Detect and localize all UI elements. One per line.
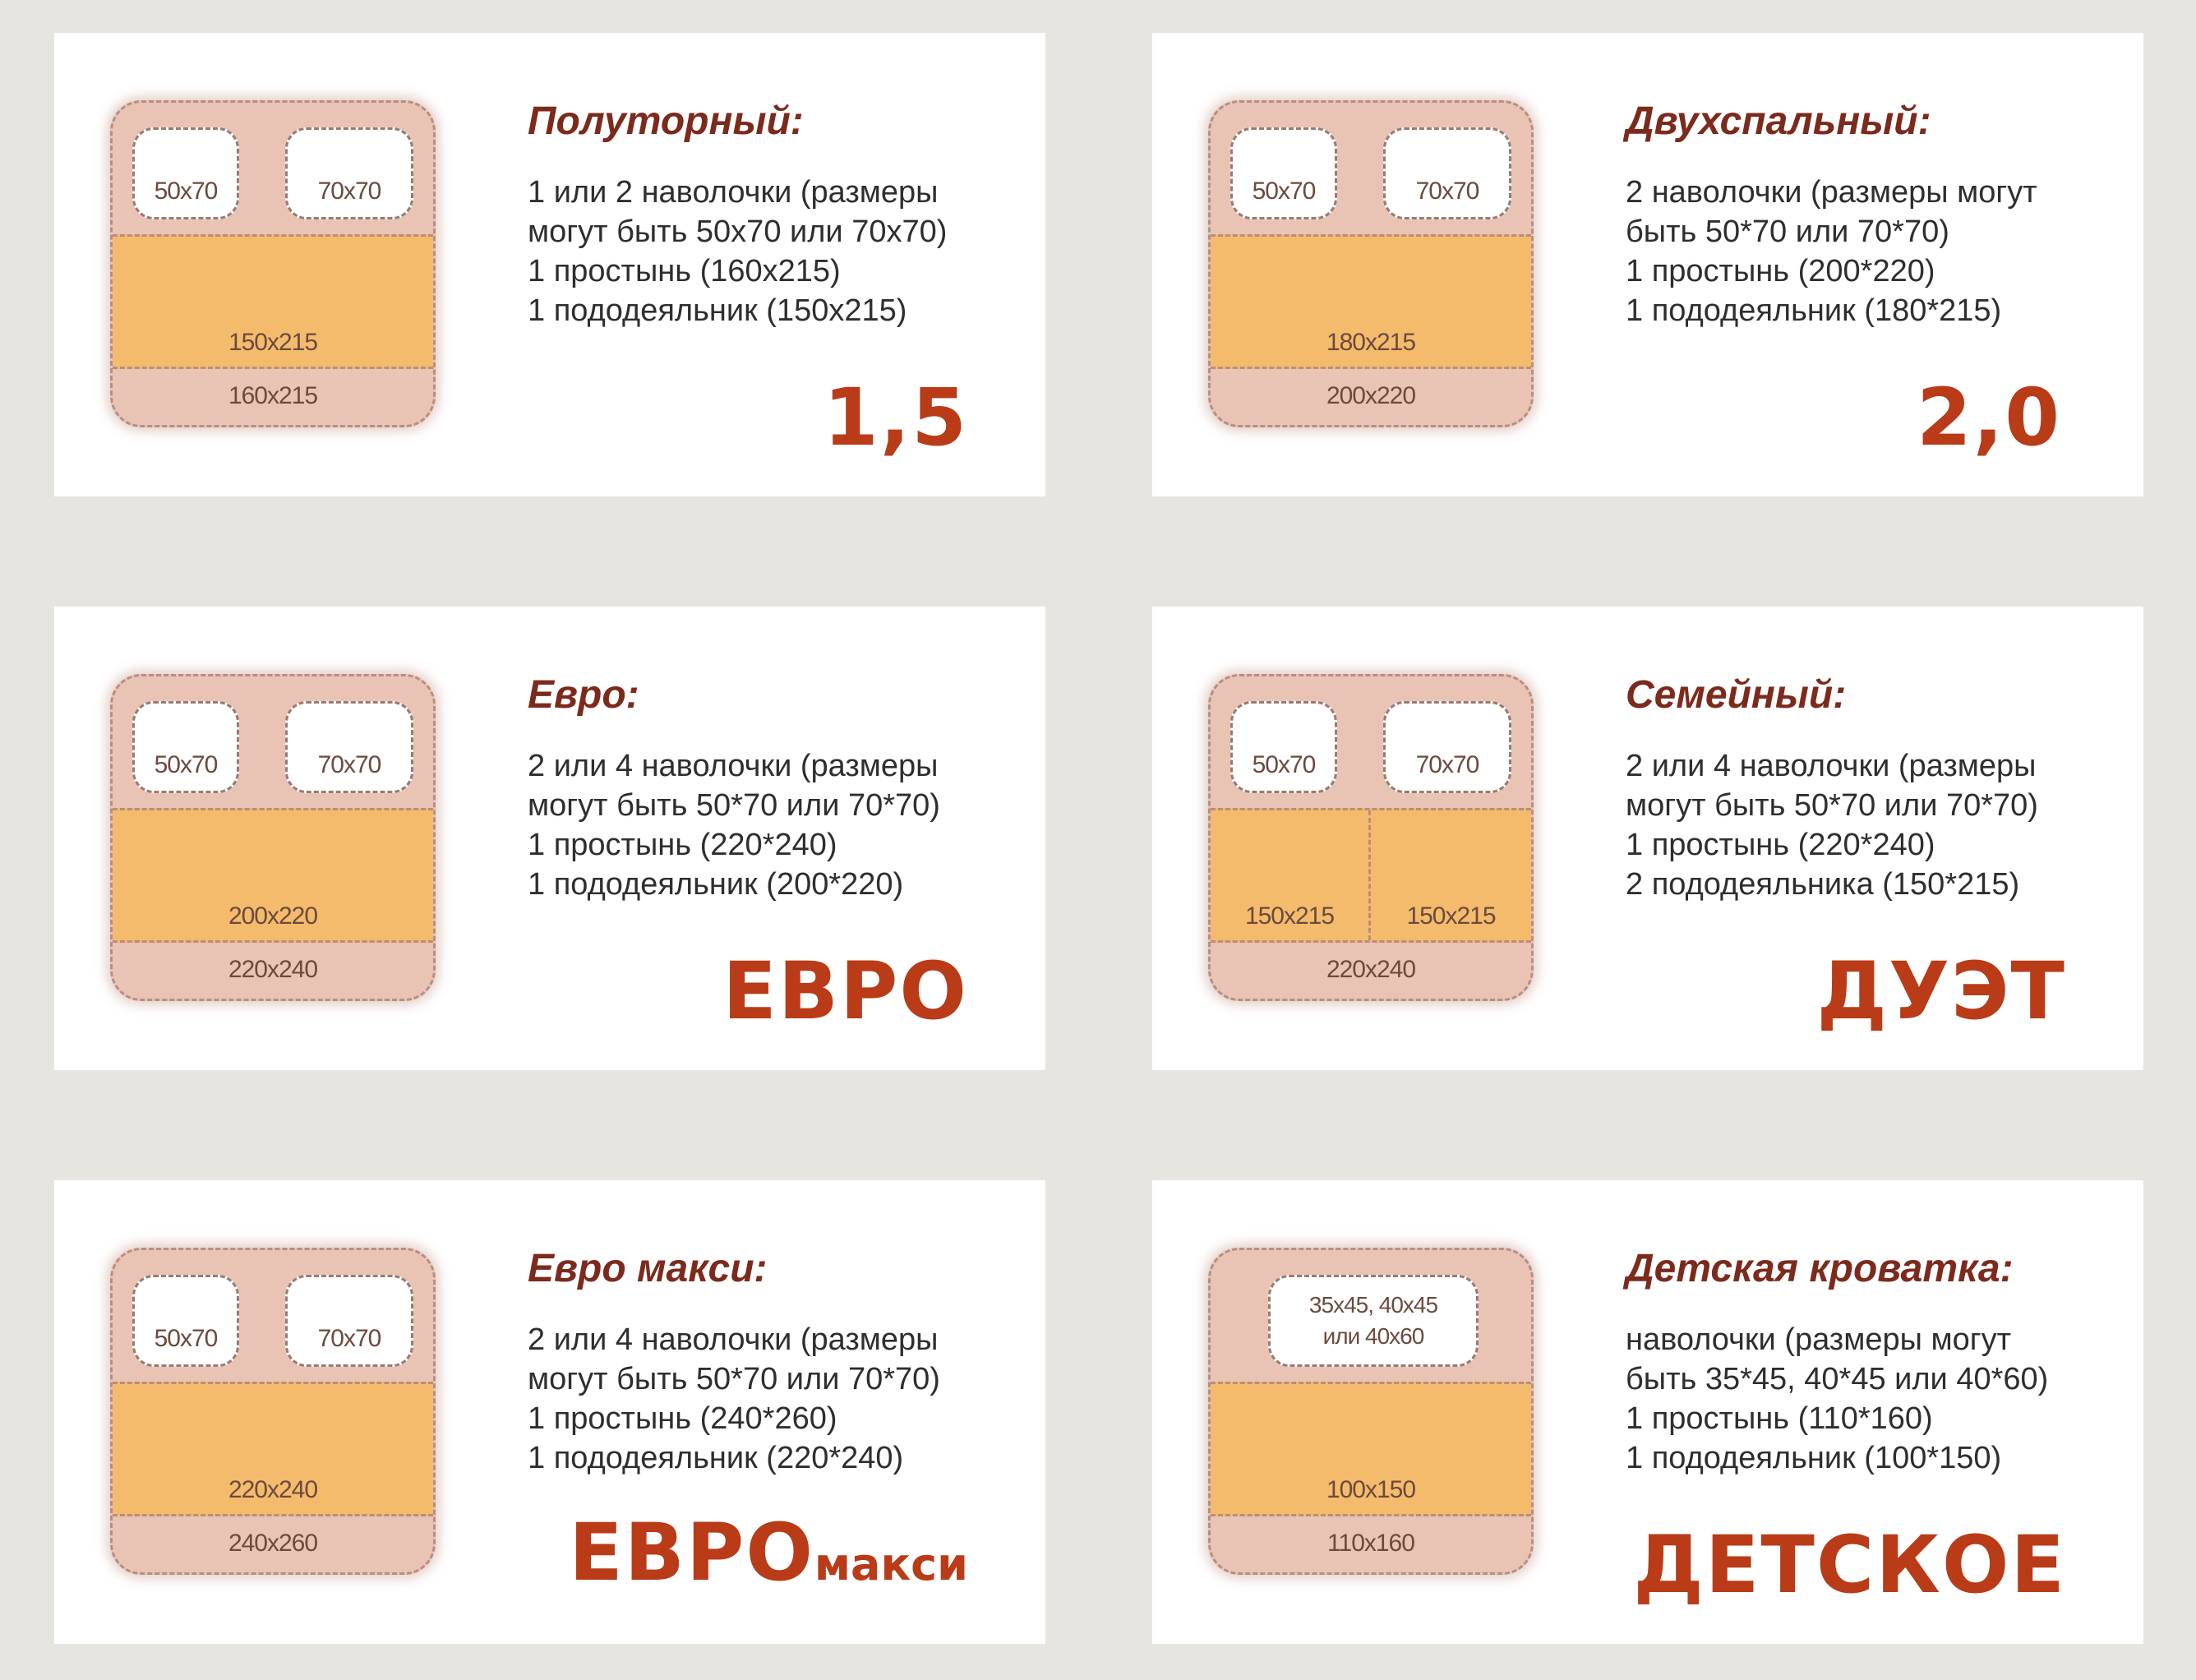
sheet-size-label: 160х215 [228, 382, 318, 409]
duvet-size-label: 150х215 [1244, 902, 1335, 930]
description-line: могут быть 50*70 или 70*70) [528, 1362, 940, 1396]
card-description: 1 или 2 наволочки (размеры могут быть 50… [528, 173, 947, 330]
description-line: 2 пододеяльника (150*215) [1626, 867, 2020, 902]
description-line: быть 50*70 или 70*70) [1626, 215, 1949, 249]
pillow-left: 50х70 [132, 701, 239, 793]
card-title: Полуторный: [528, 99, 804, 143]
description-line: могут быть 50*70 или 70*70) [528, 788, 940, 823]
sheet-size-label: 200х220 [1326, 382, 1416, 409]
card-detskaya: 35х45, 40х45 или 40х60 100х150 110х160 Д… [1152, 1180, 2143, 1644]
description-line: 2 наволочки (размеры могут [1626, 175, 2037, 210]
duvet-size-label: 220х240 [228, 1476, 318, 1503]
description-line: быть 35*45, 40*45 или 40*60) [1626, 1362, 2049, 1396]
duvet-area: 150х215 [113, 234, 433, 369]
pillow-right: 70х70 [1383, 701, 1511, 793]
bed-diagram: 50х70 70х70 150х215 160х215 [110, 100, 436, 427]
description-line: 1 простынь (240*260) [528, 1401, 837, 1436]
badge-main: ЕВРО [569, 1507, 814, 1599]
card-dvuhspalny: 50х70 70х70 180х215 200х220 Двухспальный… [1152, 33, 2143, 496]
duvet-area: 220х240 [113, 1382, 433, 1516]
pillow-left: 50х70 [132, 1275, 239, 1367]
badge-suffix: макси [814, 1539, 968, 1590]
pillow-right: 70х70 [1383, 127, 1511, 219]
duvet-area: 200х220 [113, 808, 433, 943]
pillow-left: 50х70 [1230, 701, 1337, 793]
duvet-size-label: 150х215 [1406, 902, 1496, 930]
description-line: 1 простынь (200*220) [1626, 254, 1935, 288]
duvet-size-label: 150х215 [228, 329, 318, 356]
pillow-left: 50х70 [132, 127, 239, 219]
description-line: 1 пододеяльник (220*240) [528, 1441, 904, 1475]
bed-diagram: 50х70 70х70 150х215 150х215 220х240 [1208, 674, 1534, 1001]
pillow-right: 70х70 [285, 1275, 413, 1367]
description-line: 1 пододеяльник (100*150) [1626, 1441, 2002, 1475]
size-badge: ДУЭТ [1816, 945, 2066, 1037]
card-evro-maxi: 50х70 70х70 220х240 240х260 Евро макси: … [54, 1180, 1045, 1644]
duvet-area: 180х215 [1211, 234, 1531, 369]
pillow-right: 70х70 [285, 701, 413, 793]
description-line: 1 простынь (220*240) [1626, 828, 1935, 862]
duvet-area: 150х215 150х215 [1211, 808, 1531, 943]
description-line: могут быть 50х70 или 70х70) [528, 215, 948, 249]
bed-diagram: 35х45, 40х45 или 40х60 100х150 110х160 [1208, 1248, 1534, 1575]
size-badge: 2,0 [1916, 372, 2061, 464]
duvet-size-label: 200х220 [228, 902, 318, 930]
bed-diagram: 50х70 70х70 180х215 200х220 [1208, 100, 1534, 427]
description-line: 2 или 4 наволочки (размеры [528, 749, 939, 783]
card-semeyny: 50х70 70х70 150х215 150х215 220х240 Семе… [1152, 607, 2143, 1070]
bed-diagram: 50х70 70х70 220х240 240х260 [110, 1248, 436, 1575]
card-polutorny: 50х70 70х70 150х215 160х215 Полуторный: … [54, 33, 1045, 496]
card-title: Семейный: [1626, 673, 1847, 717]
description-line: 1 или 2 наволочки (размеры [528, 175, 939, 210]
card-title: Двухспальный: [1626, 99, 1931, 143]
pillow-single: 35х45, 40х45 или 40х60 [1268, 1275, 1479, 1367]
description-line: 1 пододеяльник (200*220) [528, 867, 904, 902]
duvet-area: 100х150 [1211, 1382, 1531, 1516]
duvet-size-label: 180х215 [1326, 329, 1416, 356]
size-badge: ДЕТСКОЕ [1633, 1519, 2066, 1611]
duvet-size-label: 100х150 [1326, 1476, 1416, 1503]
duvet-left: 150х215 [1211, 810, 1371, 940]
card-evro: 50х70 70х70 200х220 220х240 Евро: 2 или … [54, 607, 1045, 1070]
description-line: могут быть 50*70 или 70*70) [1626, 788, 2038, 823]
pillow-size-line: или 40х60 [1322, 1323, 1425, 1349]
sheet-size-label: 110х160 [1327, 1530, 1415, 1557]
pillow-size-line: 35х45, 40х45 [1308, 1292, 1438, 1318]
card-description: 2 или 4 наволочки (размеры могут быть 50… [528, 746, 940, 904]
description-line: наволочки (размеры могут [1626, 1322, 2011, 1357]
description-line: 1 простынь (220*240) [528, 828, 837, 862]
description-line: 1 пододеяльник (150х215) [528, 293, 907, 328]
duvet-right: 150х215 [1371, 810, 1531, 940]
description-line: 1 простынь (110*160) [1626, 1401, 1933, 1436]
description-line: 2 или 4 наволочки (размеры [1626, 749, 2037, 783]
card-title: Детская кроватка: [1626, 1247, 2014, 1290]
size-badge: ЕВРО [722, 945, 968, 1037]
card-description: 2 или 4 наволочки (размеры могут быть 50… [1626, 746, 2038, 904]
size-badge: 1,5 [823, 372, 968, 464]
bed-diagram: 50х70 70х70 200х220 220х240 [110, 674, 436, 1001]
card-description: 2 или 4 наволочки (размеры могут быть 50… [528, 1320, 940, 1478]
card-title: Евро макси: [528, 1247, 768, 1290]
card-description: 2 наволочки (размеры могут быть 50*70 ил… [1626, 173, 2037, 330]
sheet-size-label: 240х260 [228, 1530, 318, 1557]
card-title: Евро: [528, 673, 639, 717]
card-description: наволочки (размеры могут быть 35*45, 40*… [1626, 1320, 2048, 1478]
sheet-size-label: 220х240 [228, 956, 318, 983]
size-badge: ЕВРОмакси [569, 1513, 968, 1604]
pillow-left: 50х70 [1230, 127, 1337, 219]
sheet-size-label: 220х240 [1326, 956, 1416, 983]
pillow-right: 70х70 [285, 127, 413, 219]
description-line: 1 пододеяльник (180*215) [1626, 293, 2002, 328]
description-line: 2 или 4 наволочки (размеры [528, 1322, 939, 1357]
description-line: 1 простынь (160х215) [528, 254, 841, 288]
